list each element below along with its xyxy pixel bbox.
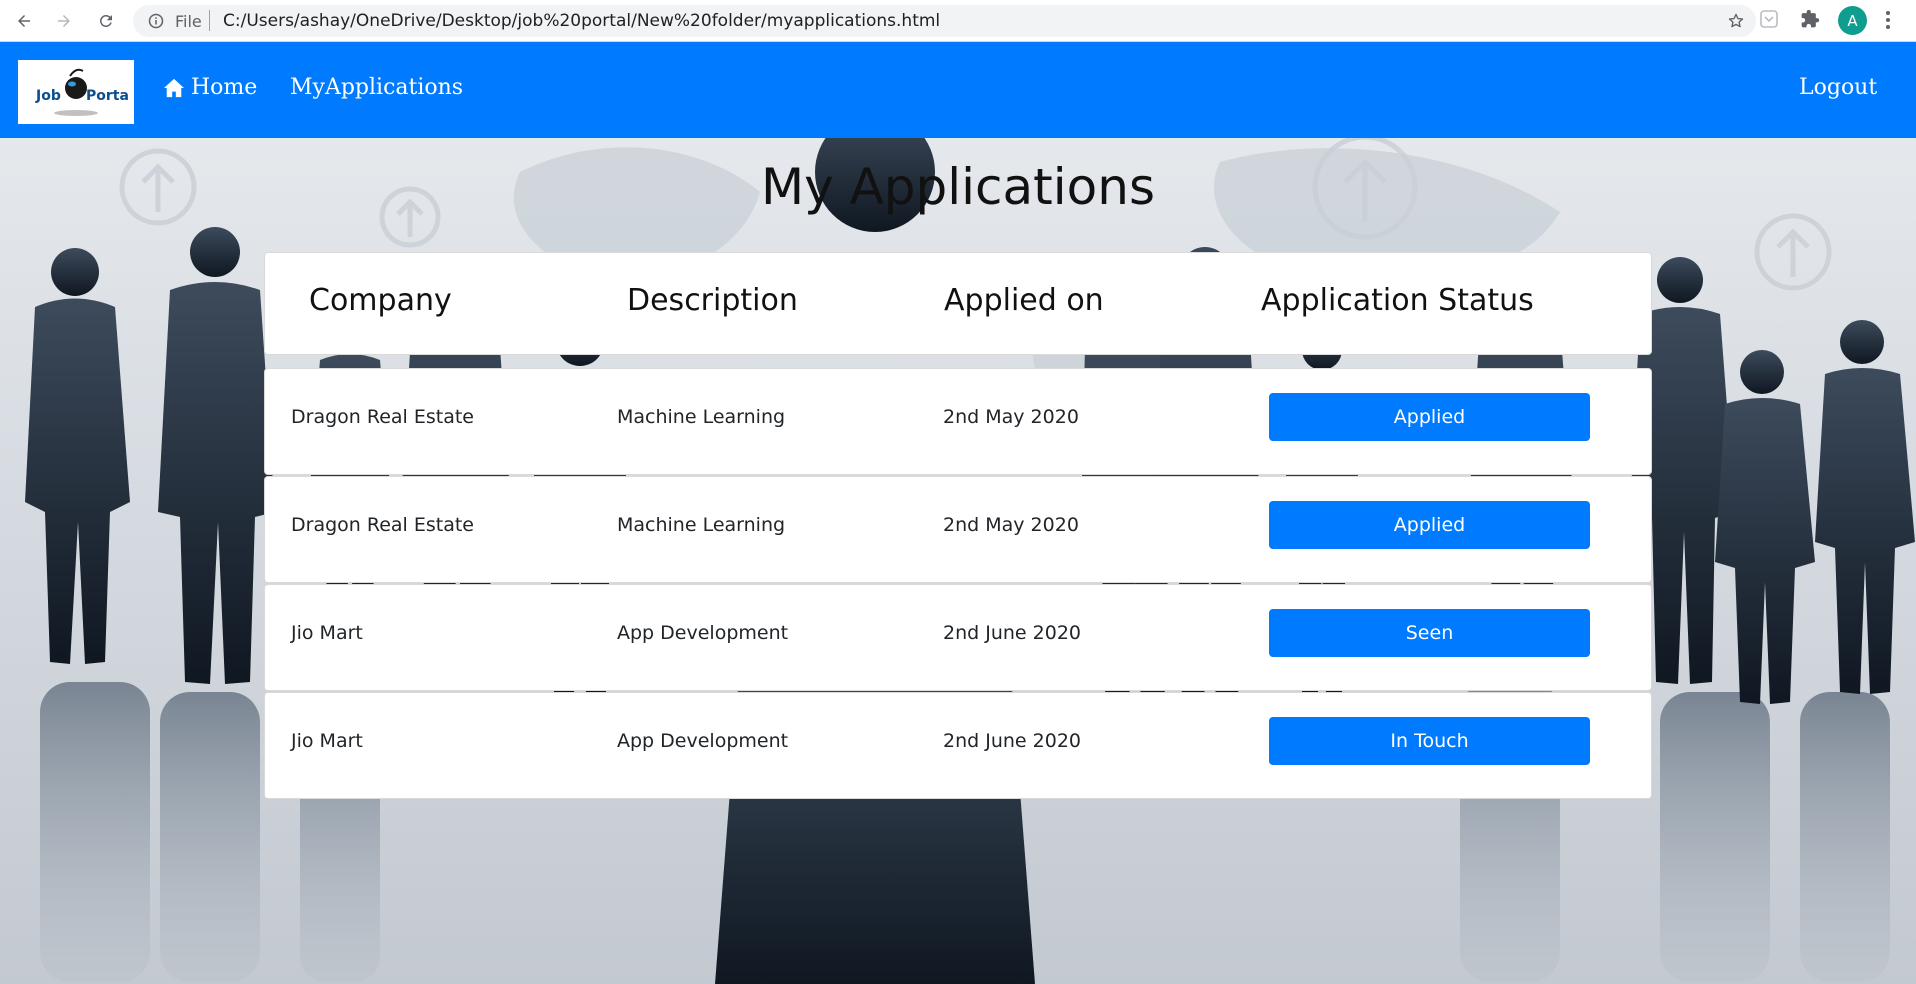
applied-on-cell: 2nd May 2020 <box>943 514 1079 536</box>
nav-home-link[interactable]: Home <box>163 75 257 100</box>
nav-myapplications-label: MyApplications <box>290 75 464 100</box>
home-icon <box>164 78 184 97</box>
reload-button[interactable] <box>92 7 120 35</box>
extensions-puzzle-icon[interactable] <box>1800 9 1820 29</box>
status-button[interactable]: Applied <box>1269 393 1590 441</box>
logo-graphic: Job Portal <box>35 68 130 116</box>
status-button[interactable]: In Touch <box>1269 717 1590 765</box>
nav-logout-link[interactable]: Logout <box>1799 75 1877 100</box>
application-row: Jio Mart App Development 2nd June 2020 I… <box>264 692 1652 799</box>
company-cell: Jio Mart <box>291 730 363 752</box>
nav-home-label: Home <box>191 75 258 100</box>
info-icon[interactable] <box>148 13 164 29</box>
browser-menu-icon[interactable] <box>1884 9 1892 31</box>
status-button[interactable]: Seen <box>1269 609 1590 657</box>
column-header-applied-on: Applied on <box>944 283 1104 318</box>
table-header: Company Description Applied on Applicati… <box>264 252 1652 355</box>
address-bar[interactable]: File C:/Users/ashay/OneDrive/Desktop/job… <box>133 5 1756 37</box>
company-cell: Dragon Real Estate <box>291 406 474 428</box>
url-text[interactable]: C:/Users/ashay/OneDrive/Desktop/job%20po… <box>223 11 940 31</box>
application-row: Dragon Real Estate Machine Learning 2nd … <box>264 368 1652 475</box>
column-header-company: Company <box>309 283 452 318</box>
description-cell: App Development <box>617 730 789 752</box>
column-header-application-status: Application Status <box>1261 283 1534 318</box>
site-navbar: Job Portal Home MyApplications Logout <box>0 42 1916 138</box>
job-portal-logo[interactable]: Job Portal <box>18 60 134 124</box>
description-cell: Machine Learning <box>617 406 786 428</box>
page-title: My Applications <box>760 158 1156 216</box>
forward-button[interactable] <box>50 7 78 35</box>
arrow-left-icon <box>18 15 30 27</box>
application-row: Jio Mart App Development 2nd June 2020 S… <box>264 584 1652 691</box>
description-cell: App Development <box>617 622 789 644</box>
reload-icon <box>99 14 112 27</box>
svg-text:Job: Job <box>35 88 61 104</box>
nav-myapplications-link[interactable]: MyApplications <box>290 75 463 100</box>
company-cell: Jio Mart <box>291 622 363 644</box>
browser-toolbar: File C:/Users/ashay/OneDrive/Desktop/job… <box>0 0 1916 42</box>
nav-logout-label: Logout <box>1799 75 1878 100</box>
profile-avatar[interactable]: A <box>1838 6 1867 35</box>
back-button[interactable] <box>10 7 38 35</box>
svg-text:Portal: Portal <box>86 88 130 104</box>
bookmark-star-icon[interactable] <box>1727 12 1745 30</box>
applied-on-cell: 2nd June 2020 <box>943 622 1082 644</box>
arrow-right-icon <box>58 15 70 27</box>
scheme-label: File <box>175 12 202 31</box>
applied-on-cell: 2nd June 2020 <box>943 730 1082 752</box>
applied-on-cell: 2nd May 2020 <box>943 406 1079 428</box>
application-row: Dragon Real Estate Machine Learning 2nd … <box>264 476 1652 583</box>
divider <box>209 10 210 31</box>
column-header-description: Description <box>627 283 798 318</box>
pocket-extension-icon[interactable] <box>1759 9 1779 29</box>
company-cell: Dragon Real Estate <box>291 514 474 536</box>
status-button[interactable]: Applied <box>1269 501 1590 549</box>
description-cell: Machine Learning <box>617 514 786 536</box>
